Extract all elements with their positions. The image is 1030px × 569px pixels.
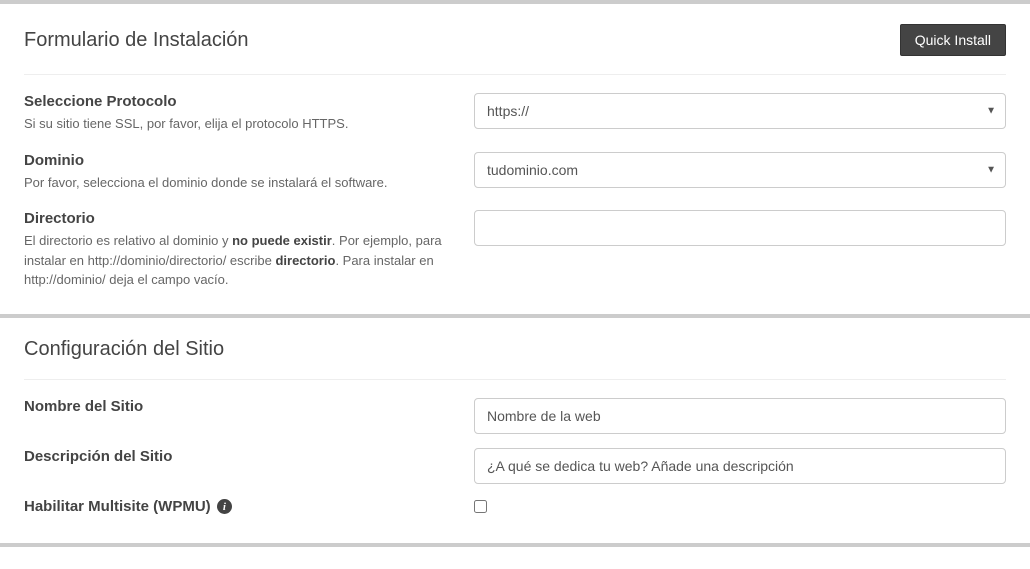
multisite-checkbox[interactable] [474, 500, 487, 513]
domain-select[interactable]: tudominio.com [474, 152, 1006, 188]
protocol-row: Seleccione Protocolo Si su sitio tiene S… [24, 93, 1006, 134]
directory-row: Directorio El directorio es relativo al … [24, 210, 1006, 290]
protocol-label: Seleccione Protocolo [24, 93, 454, 110]
protocol-select[interactable]: https:// [474, 93, 1006, 129]
directory-input[interactable] [474, 210, 1006, 246]
quick-install-button[interactable]: Quick Install [900, 24, 1006, 56]
domain-row: Dominio Por favor, selecciona el dominio… [24, 152, 1006, 193]
directory-help: El directorio es relativo al dominio y n… [24, 231, 454, 290]
site-section-title: Configuración del Sitio [24, 338, 224, 361]
site-section: Configuración del Sitio Nombre del Sitio… [0, 318, 1030, 543]
info-icon[interactable]: i [217, 499, 232, 514]
domain-help: Por favor, selecciona el dominio donde s… [24, 173, 454, 193]
directory-label: Directorio [24, 210, 454, 227]
site-name-row: Nombre del Sitio [24, 398, 1006, 434]
site-name-input[interactable] [474, 398, 1006, 434]
site-section-header: Configuración del Sitio [24, 338, 1006, 380]
site-description-row: Descripción del Sitio [24, 448, 1006, 484]
multisite-row: Habilitar Multisite (WPMU) i [24, 498, 1006, 519]
site-description-input[interactable] [474, 448, 1006, 484]
protocol-help: Si su sitio tiene SSL, por favor, elija … [24, 114, 454, 134]
divider-bottom [0, 543, 1030, 547]
domain-label: Dominio [24, 152, 454, 169]
install-section-header: Formulario de Instalación Quick Install [24, 24, 1006, 75]
site-name-label: Nombre del Sitio [24, 398, 454, 415]
install-section-title: Formulario de Instalación [24, 29, 249, 52]
site-description-label: Descripción del Sitio [24, 448, 454, 465]
multisite-label: Habilitar Multisite (WPMU) i [24, 498, 454, 515]
install-section: Formulario de Instalación Quick Install … [0, 4, 1030, 314]
